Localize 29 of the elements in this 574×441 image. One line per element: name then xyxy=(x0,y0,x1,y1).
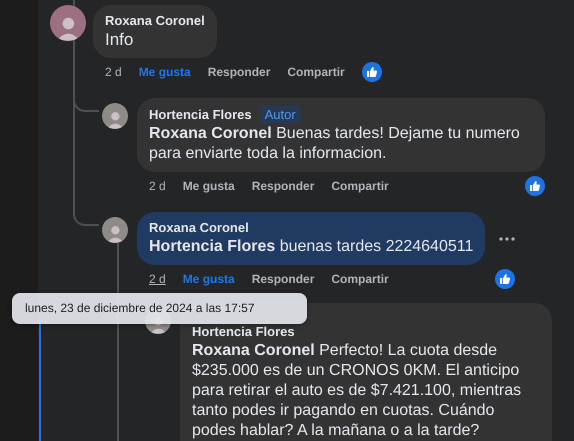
reply-link[interactable]: Responder xyxy=(252,272,314,286)
reply-link[interactable]: Responder xyxy=(252,179,314,193)
comment-text: Roxana Coronel Perfecto! La cuota desde $235.000 es de un CRONOS 0KM. El anticipo para retirar el auto es de $7.421.100, mientras tanto podes ir pagando en cuotas. Cuándo podes hablar? A la mañana o a la tarde? xyxy=(192,341,522,441)
timestamp-link[interactable]: 2 d xyxy=(105,65,122,79)
like-link[interactable]: Me gusta xyxy=(182,179,235,193)
share-link[interactable]: Compartir xyxy=(331,272,389,286)
more-options-icon[interactable] xyxy=(499,236,516,240)
author-name[interactable]: Roxana Coronel xyxy=(105,12,205,30)
timestamp-link[interactable]: 2 d xyxy=(149,272,166,286)
reply-link[interactable]: Responder xyxy=(208,65,270,79)
thumbs-up-icon[interactable] xyxy=(525,176,545,196)
thumbs-up-icon[interactable] xyxy=(362,62,382,82)
share-link[interactable]: Compartir xyxy=(331,179,389,193)
author-name[interactable]: Roxana Coronel xyxy=(149,219,249,237)
author-name[interactable]: Hortencia Flores xyxy=(149,106,252,124)
author-name[interactable]: Hortencia Flores xyxy=(192,323,295,341)
author-badge: Autor xyxy=(260,105,301,124)
avatar[interactable] xyxy=(102,103,128,129)
comment-text: Info xyxy=(105,30,134,50)
avatar[interactable] xyxy=(102,217,128,243)
date-tooltip: lunes, 23 de diciembre de 2024 a las 17:57 xyxy=(12,293,307,324)
avatar[interactable] xyxy=(50,5,86,41)
comment-text: Hortencia Flores buenas tardes 2224640511 xyxy=(149,237,474,257)
share-link[interactable]: Compartir xyxy=(287,65,345,79)
timestamp-link[interactable]: 2 d xyxy=(149,179,166,193)
like-link[interactable]: Me gusta xyxy=(182,272,235,286)
thumbs-up-icon[interactable] xyxy=(495,269,516,289)
like-link[interactable]: Me gusta xyxy=(138,65,191,79)
comment-text: Roxana Coronel Buenas tardes! Dejame tu numero para enviarte toda la informacion. xyxy=(149,124,521,164)
